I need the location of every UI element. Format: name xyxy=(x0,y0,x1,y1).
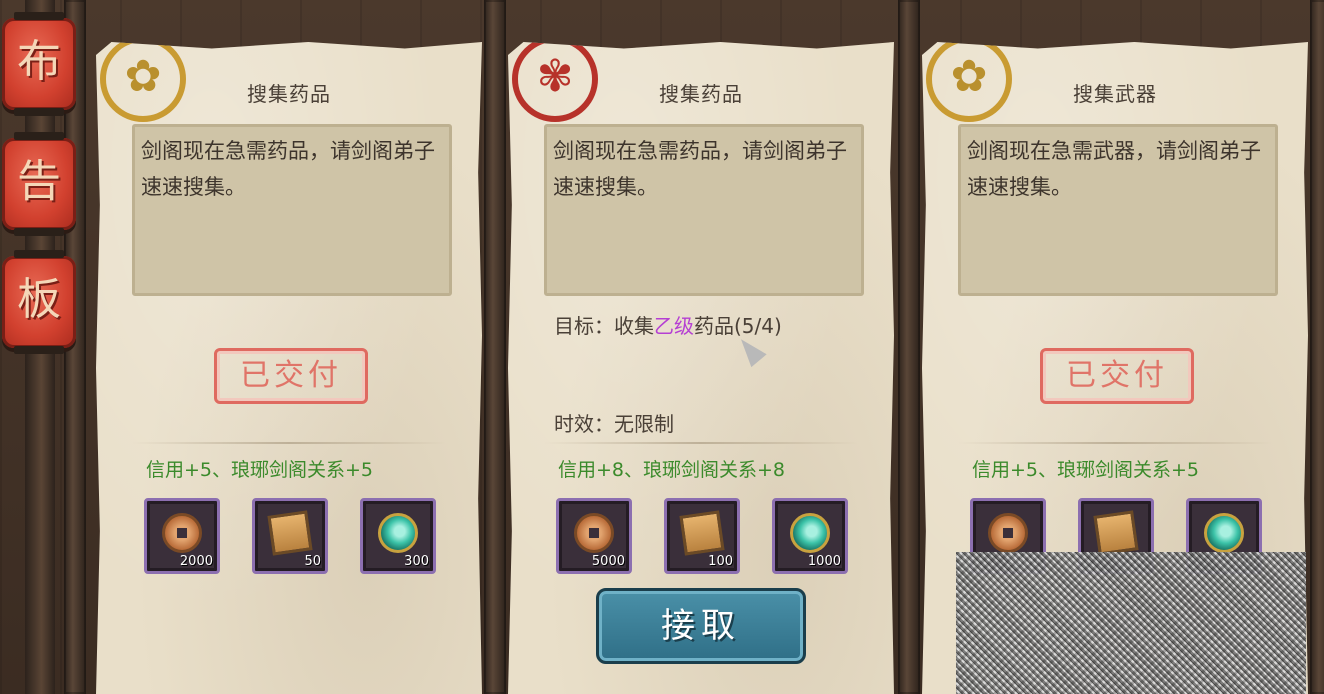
noise-overlay xyxy=(956,552,1306,694)
quest-description: 剑阁现在急需武器，请剑阁弟子速速搜集。 xyxy=(967,139,1261,199)
wood-post xyxy=(1310,0,1324,694)
goal-grade-highlight: 乙级 xyxy=(654,314,694,338)
wood-post xyxy=(898,0,920,694)
reward-qty: 1000 xyxy=(807,554,841,569)
coin-icon xyxy=(988,513,1028,553)
reward-text: 信用+5、琅琊剑阁关系+5 xyxy=(146,459,374,481)
jade-icon xyxy=(378,513,418,553)
scroll-icon xyxy=(267,510,313,556)
lantern-icon: 布 xyxy=(2,12,76,116)
reward-text: 信用+5、琅琊剑阁关系+5 xyxy=(972,459,1200,481)
description-box: 剑阁现在急需武器，请剑阁弟子速速搜集。 xyxy=(958,124,1278,296)
wood-post xyxy=(484,0,506,694)
signboard-char: 板 xyxy=(17,274,61,325)
scroll-icon xyxy=(1093,510,1139,556)
delivered-stamp: 已交付 xyxy=(1040,348,1194,404)
reward-qty: 50 xyxy=(304,554,321,569)
quest-title: 搜集药品 xyxy=(247,82,331,106)
reward-slot-jade[interactable]: 1000 xyxy=(772,498,848,574)
coin-icon xyxy=(162,513,202,553)
lantern-icon: 板 xyxy=(2,250,76,354)
divider xyxy=(544,442,858,444)
reward-qty: 2000 xyxy=(179,554,213,569)
divider xyxy=(958,442,1272,444)
accept-button[interactable]: 接取 xyxy=(596,588,806,664)
quest-card[interactable]: ✿ 搜集药品 剑阁现在急需药品，请剑阁弟子速速搜集。 已交付 信用+5、琅琊剑阁… xyxy=(96,42,482,694)
quest-title: 搜集药品 xyxy=(659,82,743,106)
reward-slot-coin[interactable]: 2000 xyxy=(144,498,220,574)
quest-description: 剑阁现在急需药品，请剑阁弟子速速搜集。 xyxy=(553,139,847,199)
reward-slot-scroll[interactable]: 100 xyxy=(664,498,740,574)
description-box: 剑阁现在急需药品，请剑阁弟子速速搜集。 xyxy=(132,124,452,296)
reward-qty: 300 xyxy=(404,554,429,569)
reward-slot-jade[interactable]: 300 xyxy=(360,498,436,574)
signboard-char: 布 xyxy=(17,36,61,87)
description-box: 剑阁现在急需药品，请剑阁弟子速速搜集。 xyxy=(544,124,864,296)
lantern-icon: 告 xyxy=(2,132,76,236)
coin-icon xyxy=(574,513,614,553)
signboard-char: 告 xyxy=(17,156,61,207)
delivered-stamp: 已交付 xyxy=(214,348,368,404)
jade-icon xyxy=(790,513,830,553)
reward-qty: 100 xyxy=(708,554,733,569)
scroll-icon xyxy=(679,510,725,556)
reward-qty: 5000 xyxy=(591,554,625,569)
jade-icon xyxy=(1204,513,1244,553)
goal-prefix: 目标：收集 xyxy=(554,314,654,338)
reward-slot-scroll[interactable]: 50 xyxy=(252,498,328,574)
quest-title: 搜集武器 xyxy=(1073,82,1157,106)
reward-text: 信用+8、琅琊剑阁关系+8 xyxy=(558,459,786,481)
quest-card-active[interactable]: ✾ 搜集药品 剑阁现在急需药品，请剑阁弟子速速搜集。 目标：收集乙级药品(5/4… xyxy=(508,42,894,694)
quest-time-limit: 时效：无限制 xyxy=(554,412,674,436)
goal-suffix: 药品(5/4) xyxy=(694,314,782,338)
quest-description: 剑阁现在急需药品，请剑阁弟子速速搜集。 xyxy=(141,139,435,199)
divider xyxy=(132,442,446,444)
reward-slot-coin[interactable]: 5000 xyxy=(556,498,632,574)
